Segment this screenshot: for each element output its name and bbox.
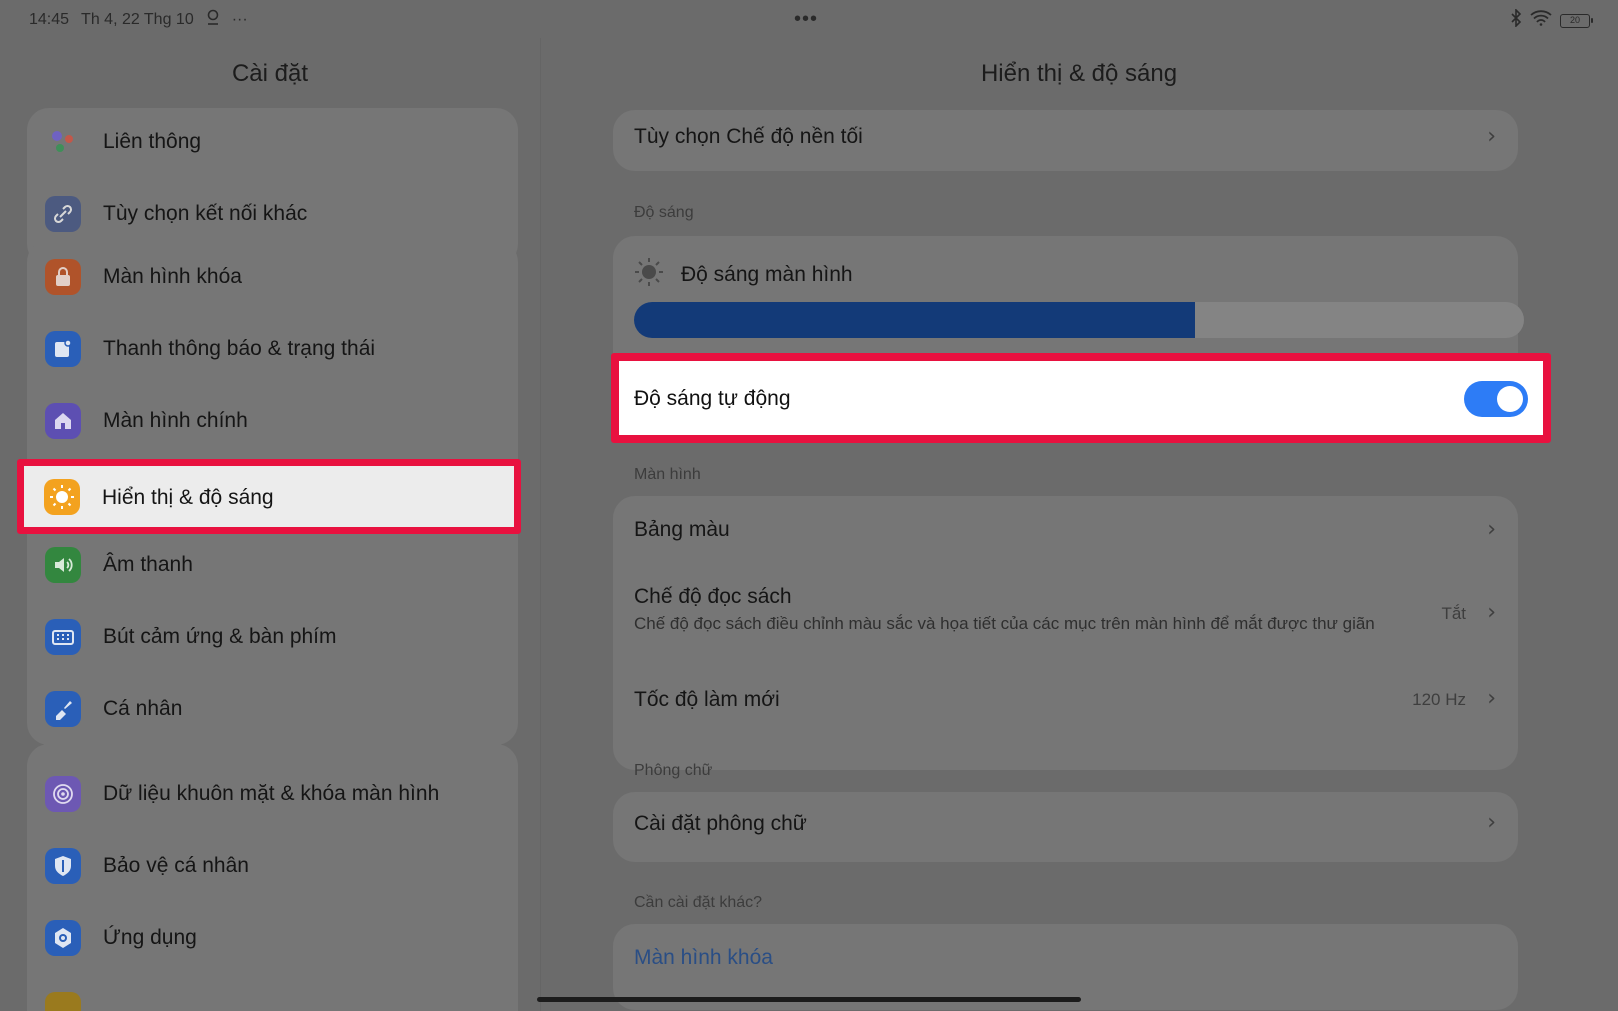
brightness-section-label: Độ sáng (634, 204, 694, 221)
sidebar-item-partial[interactable] (27, 974, 518, 1011)
sun-icon (44, 479, 80, 515)
gear-icon (45, 920, 81, 956)
font-settings-label: Cài đặt phông chữ (634, 812, 807, 835)
battery-icon: 20 (1560, 13, 1593, 28)
chevron-right-icon: › (1487, 810, 1496, 835)
lock-screen-link[interactable]: Màn hình khóa (634, 946, 773, 970)
location-icon (206, 9, 220, 30)
wifi-icon (1530, 10, 1552, 31)
sidebar-item-privacy[interactable]: Bảo vệ cá nhân (27, 830, 518, 902)
face-id-icon (45, 776, 81, 812)
refresh-rate-value: 120 Hz (1412, 690, 1466, 709)
link-icon (45, 196, 81, 232)
chevron-right-icon: › (1487, 686, 1496, 711)
speaker-icon (45, 547, 81, 583)
sidebar-item-label: Bảo vệ cá nhân (103, 854, 249, 877)
brush-icon (45, 691, 81, 727)
sidebar-item-label: Liên thông (103, 130, 202, 153)
toggle-knob (1497, 386, 1523, 412)
shield-icon (45, 848, 81, 884)
sidebar-item-label: Âm thanh (103, 553, 193, 576)
sidebar-item-stylus-keyboard[interactable]: Bút cảm ứng & bàn phím (27, 601, 518, 673)
reading-mode-value: Tắt (1441, 604, 1466, 623)
sidebar-item-notifications[interactable]: Thanh thông báo & trạng thái (27, 313, 518, 385)
connect-dots-icon (45, 124, 81, 160)
sidebar-item-label: Dữ liệu khuôn mặt & khóa màn hình (103, 782, 440, 805)
refresh-rate-label: Tốc độ làm mới (634, 688, 780, 711)
refresh-rate-row[interactable]: Tốc độ làm mới 120 Hz › (613, 670, 1518, 750)
display-settings-pane: Hiển thị & độ sáng Tùy chọn Chế độ nền t… (540, 38, 1618, 1011)
sidebar-item-sound[interactable]: Âm thanh (27, 529, 518, 601)
sidebar-item-label: Thanh thông báo & trạng thái (103, 337, 376, 360)
sidebar-item-face-data[interactable]: Dữ liệu khuôn mặt & khóa màn hình (27, 758, 518, 830)
chevron-right-icon: › (1487, 517, 1496, 542)
app-icon (45, 992, 81, 1011)
sidebar-title: Cài đặt (231, 60, 309, 87)
screen-section-label: Màn hình (634, 466, 701, 483)
lock-icon (45, 259, 81, 295)
sidebar-item-label: Ứng dụng (103, 926, 197, 949)
status-right: 20 (1510, 8, 1593, 32)
brightness-slider[interactable] (634, 302, 1524, 338)
color-palette-row[interactable]: Bảng màu › (613, 496, 1518, 568)
sidebar-item-lien-thong[interactable]: Liên thông (27, 106, 518, 178)
dark-mode-option-label: Tùy chọn Chế độ nền tối (634, 125, 863, 148)
sidebar-item-label: Tùy chọn kết nối khác (103, 202, 308, 225)
color-palette-label: Bảng màu (634, 518, 730, 541)
sidebar-item-home-screen[interactable]: Màn hình chính (27, 385, 518, 457)
status-date: Th 4, 22 Thg 10 (81, 10, 194, 28)
reading-mode-description: Chế độ đọc sách điều chỉnh màu sắc và họ… (634, 614, 1375, 633)
sidebar-item-label: Hiển thị & độ sáng (102, 486, 274, 509)
sidebar-item-display-brightness[interactable]: Hiển thị & độ sáng (17, 459, 521, 534)
chevron-right-icon: › (1487, 600, 1496, 625)
sidebar-item-label: Màn hình chính (103, 409, 248, 432)
sidebar-item-lock-screen[interactable]: Màn hình khóa (27, 241, 518, 313)
status-left: 14:45 Th 4, 22 Thg 10 ··· (29, 9, 248, 30)
sidebar-item-label: Bút cảm ứng & bàn phím (103, 625, 337, 648)
multitask-dots[interactable]: ••• (794, 8, 818, 31)
font-section-label: Phông chữ (634, 762, 713, 779)
sidebar-item-label: Màn hình khóa (103, 265, 242, 288)
auto-brightness-toggle[interactable] (1464, 381, 1528, 417)
status-bar: 14:45 Th 4, 22 Thg 10 ··· ••• 20 (0, 0, 1618, 38)
bluetooth-icon (1510, 8, 1522, 32)
home-indicator[interactable] (537, 997, 1081, 1002)
sidebar-item-apps[interactable]: Ứng dụng (27, 902, 518, 974)
reading-mode-row[interactable]: Chế độ đọc sách Chế độ đọc sách điều chỉ… (613, 568, 1518, 670)
home-icon (45, 403, 81, 439)
auto-brightness-row[interactable]: Độ sáng tự động (611, 353, 1551, 443)
keyboard-icon (45, 619, 81, 655)
status-time: 14:45 (29, 10, 70, 28)
notification-icon (45, 331, 81, 367)
page-title: Hiển thị & độ sáng (980, 60, 1178, 87)
brightness-sun-icon (634, 257, 664, 292)
screen-brightness-label: Độ sáng màn hình (681, 263, 853, 286)
sidebar-group-security: Dữ liệu khuôn mặt & khóa màn hình Bảo vệ… (27, 744, 518, 1011)
auto-brightness-label: Độ sáng tự động (634, 387, 791, 410)
dark-mode-option-row[interactable]: Tùy chọn Chế độ nền tối › (613, 110, 1518, 171)
reading-mode-label: Chế độ đọc sách (634, 585, 792, 608)
chevron-right-icon: › (1487, 124, 1496, 149)
screen-card: Bảng màu › Chế độ đọc sách Chế độ đọc sá… (613, 496, 1518, 770)
font-settings-row[interactable]: Cài đặt phông chữ › (613, 792, 1518, 862)
brightness-slider-fill (634, 302, 1195, 338)
sidebar-item-label: Cá nhân (103, 697, 183, 720)
other-settings-section-label: Cần cài đặt khác? (634, 894, 763, 911)
more-status-icon: ··· (231, 10, 248, 28)
sidebar-item-personal[interactable]: Cá nhân (27, 673, 518, 745)
